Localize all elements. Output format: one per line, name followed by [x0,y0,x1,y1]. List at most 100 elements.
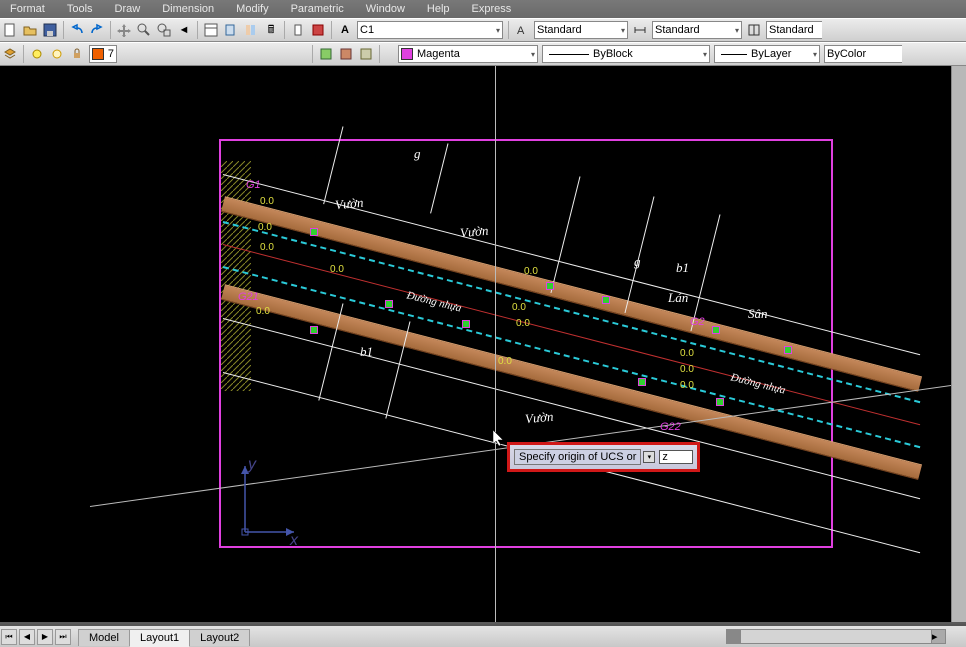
layer-match-icon[interactable] [357,45,375,63]
dynamic-input-prompt: Specify origin of UCS or ▾ [507,442,700,472]
menu-bar: Format Tools Draw Dimension Modify Param… [0,0,966,18]
layer-props-icon[interactable] [1,45,19,63]
survey-marker [714,396,724,406]
menu-parametric[interactable]: Parametric [291,3,344,15]
ssm-icon[interactable] [222,21,240,39]
layer-lock-icon[interactable] [68,45,86,63]
tab-layout1[interactable]: Layout1 [129,629,190,647]
survey-marker [308,324,318,334]
tab-next-icon[interactable]: ▶ [37,629,53,645]
linetype-dropdown[interactable]: ByBlock▾ [542,45,710,63]
pan-icon[interactable] [115,21,133,39]
tab-layout2[interactable]: Layout2 [189,629,250,646]
label-lan: Lán [668,290,688,306]
dim-12: 0.0 [498,356,512,367]
layer-freeze-icon[interactable] [48,45,66,63]
menu-window[interactable]: Window [366,3,405,15]
node-g1: G1 [246,179,261,191]
plotstyle-dropdown[interactable]: ByColor [824,45,902,63]
tab-first-icon[interactable]: ⏮ [1,629,17,645]
open-file-icon[interactable] [21,21,39,39]
layer-uniso-icon[interactable] [337,45,355,63]
new-file-icon[interactable] [1,21,19,39]
dim-2: 0.0 [258,222,272,233]
menu-modify[interactable]: Modify [236,3,268,15]
tablestyle-dropdown[interactable]: Standard [766,21,822,39]
toolbar-layers: 7 Magenta▾ ByBlock▾ ByLayer▾ ByColor [0,42,966,66]
node-g22: G22 [660,421,681,433]
survey-marker [383,298,393,308]
svg-text:A: A [517,25,525,37]
menu-draw[interactable]: Draw [115,3,141,15]
survey-marker [600,294,610,304]
dimstyle-dropdown[interactable]: Standard▾ [652,21,742,39]
dim-6: 0.0 [512,302,526,313]
vscrollbar[interactable] [951,66,966,622]
label-b1-1: b1 [360,344,373,360]
plotstyle-value: ByColor [827,48,866,60]
menu-format[interactable]: Format [10,3,45,15]
redo-icon[interactable] [88,21,106,39]
label-g-2: g [634,254,641,270]
linetype-value: ByBlock [593,48,633,60]
dimstyle-value: Standard [655,24,700,36]
layer-dropdown[interactable]: 7 [89,45,117,63]
properties-icon[interactable] [202,21,220,39]
toolbar-standard: ◄ 🖩 A C1▾ A Standard▾ Standard▾ Standard [0,18,966,42]
survey-marker [636,376,646,386]
dim-8: 0.0 [524,266,538,277]
label-g-1: g [414,146,421,162]
app-icon[interactable] [309,21,327,39]
survey-marker [544,280,554,290]
save-icon[interactable] [41,21,59,39]
zoom-previous-icon[interactable]: ◄ [175,21,193,39]
menu-help[interactable]: Help [427,3,450,15]
layout-tabs-bar: ⏮ ◀ ▶ ⏭ Model Layout1 Layout2 ▸ [0,624,966,647]
tab-prev-icon[interactable]: ◀ [19,629,35,645]
annotation-scale-dropdown[interactable]: C1▾ [357,21,503,39]
ucs-icon: x y [230,446,310,551]
label-vuon-2: Vườn [459,223,489,241]
label-vuon-1: Vườn [334,195,364,213]
layer-iso-icon[interactable] [317,45,335,63]
ucs-y-label: y [248,456,256,474]
node-g21: G21 [238,291,259,303]
tool-palettes-icon[interactable] [242,21,260,39]
color-dropdown[interactable]: Magenta▾ [398,45,538,63]
color-value: Magenta [417,48,460,60]
dim-1: 0.0 [260,196,274,207]
tab-model[interactable]: Model [78,629,130,646]
survey-marker [782,344,792,354]
dim-5: 0.0 [330,264,344,275]
prompt-input[interactable] [659,450,693,464]
dim-3: 0.0 [260,242,274,253]
zoom-realtime-icon[interactable] [135,21,153,39]
label-b1-2: b1 [676,260,689,276]
menu-express[interactable]: Express [472,3,512,15]
undo-icon[interactable] [68,21,86,39]
layer-name: 7 [108,48,114,60]
textstyle-value: Standard [537,24,582,36]
textstyle-dropdown[interactable]: Standard▾ [534,21,628,39]
drawing-canvas[interactable]: Vườn Vườn Vườn g g b1 b1 Lán Sân Đường n… [0,66,966,622]
prompt-options-icon[interactable]: ▾ [643,451,655,463]
tablestyle-icon[interactable] [745,21,763,39]
zoom-window-icon[interactable] [155,21,173,39]
textstyle-icon[interactable]: A [513,21,531,39]
calc-icon[interactable]: 🖩 [262,21,280,39]
hscroll-thumb[interactable] [727,630,741,643]
annotate-icon[interactable]: A [336,21,354,39]
clean-icon[interactable] [289,21,307,39]
layer-on-icon[interactable] [28,45,46,63]
label-san: Sân [748,306,768,322]
dimstyle-icon[interactable] [631,21,649,39]
dim-10: 0.0 [680,364,694,375]
tab-last-icon[interactable]: ⏭ [55,629,71,645]
menu-dimension[interactable]: Dimension [162,3,214,15]
lineweight-dropdown[interactable]: ByLayer▾ [714,45,820,63]
menu-tools[interactable]: Tools [67,3,93,15]
annotation-scale-value: C1 [360,24,374,36]
hscroll-right-icon[interactable]: ▸ [931,630,945,643]
layer-color-swatch [92,48,104,60]
hscrollbar[interactable]: ▸ [726,629,946,644]
